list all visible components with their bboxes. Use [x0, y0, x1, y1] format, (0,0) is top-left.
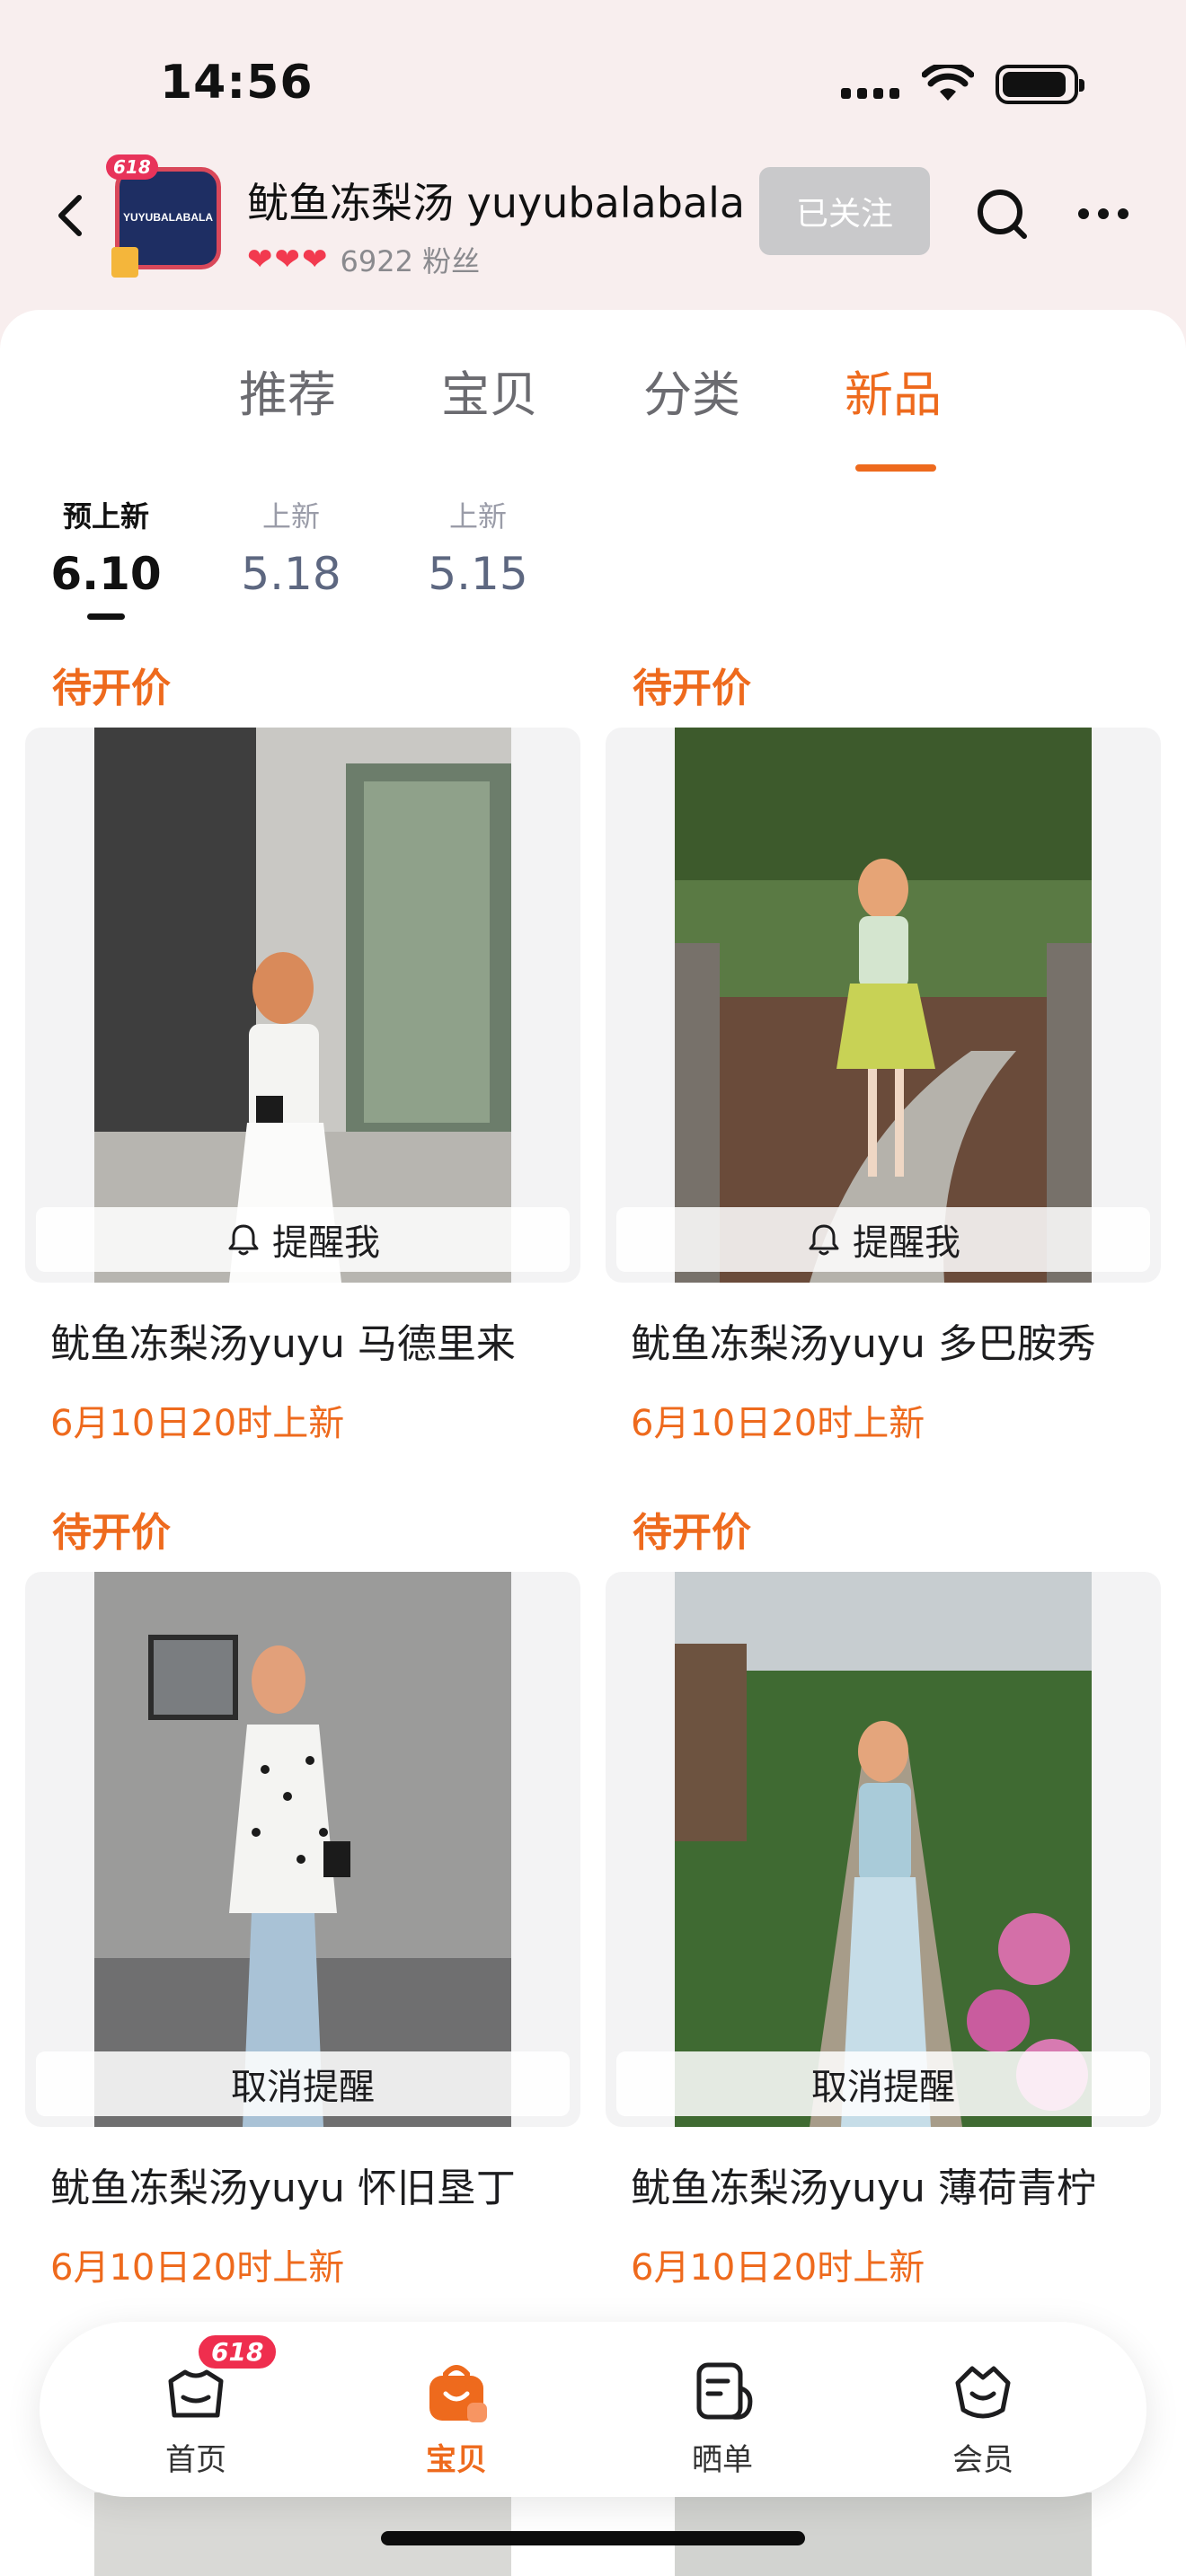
nav-member[interactable]: 会员	[893, 2356, 1073, 2479]
product-card[interactable]: 待开价 取消提醒 鱿鱼冻梨汤yuyu 怀旧垦丁 6月10日20时上新	[25, 1500, 580, 2290]
bag-icon	[420, 2356, 492, 2428]
date-tab-label: 上新	[261, 499, 320, 534]
review-icon	[686, 2356, 758, 2428]
release-time: 6月10日20时上新	[50, 1403, 345, 1444]
product-image[interactable]: 提醒我	[25, 728, 580, 1283]
nav-label: 首页	[165, 2442, 226, 2478]
shop-name[interactable]: 鱿鱼冻梨汤 yuyubalabala	[247, 171, 745, 230]
home-indicator	[381, 2531, 805, 2545]
product-photo	[675, 1572, 1092, 2127]
bottom-nav: 618 首页 宝贝 晒单 会员	[40, 2322, 1146, 2497]
date-tabs: 预上新 6.10 上新 5.18 上新 5.15	[0, 494, 1186, 647]
member-icon	[947, 2356, 1019, 2428]
product-card[interactable]: 待开价 提醒我 鱿鱼冻梨汤yuyu 多巴胺秀 6月10日20时上新	[606, 656, 1161, 1446]
cancel-reminder-button[interactable]: 取消提醒	[616, 2051, 1150, 2116]
shop-avatar[interactable]: YUYUBALABALA 618	[106, 154, 225, 278]
shopping-bag-icon	[111, 247, 138, 278]
remind-button[interactable]: 提醒我	[616, 1207, 1150, 1272]
release-time: 6月10日20时上新	[631, 2247, 925, 2289]
bell-icon	[228, 1224, 259, 1256]
product-card[interactable]: 待开价 取消提醒 鱿鱼冻梨汤yuyu 薄荷青柠 6月10日20时上新	[606, 1500, 1161, 2290]
main-tabs: 推荐 宝贝 分类 新品	[0, 355, 1186, 472]
fans-count: 6922 粉丝	[340, 244, 481, 278]
search-icon[interactable]	[970, 183, 1033, 246]
tab-recommend[interactable]: 推荐	[239, 355, 336, 426]
active-tab-indicator	[855, 464, 936, 472]
nav-reviews[interactable]: 晒单	[633, 2356, 812, 2479]
release-time: 6月10日20时上新	[50, 2247, 345, 2289]
heart-icon: ❤	[247, 242, 273, 278]
product-photo	[94, 728, 511, 1283]
date-tab-date: 5.15	[428, 548, 528, 600]
product-title[interactable]: 鱿鱼冻梨汤yuyu 薄荷青柠	[631, 2156, 1096, 2213]
shop-header: YUYUBALABALA 618 鱿鱼冻梨汤 yuyubalabala ❤ ❤ …	[0, 154, 1186, 314]
status-time: 14:56	[160, 56, 314, 110]
product-title[interactable]: 鱿鱼冻梨汤yuyu 多巴胺秀	[631, 1311, 1096, 1369]
date-tab-label: 上新	[448, 499, 507, 534]
tab-items[interactable]: 宝贝	[441, 355, 538, 426]
date-tab-pre-release[interactable]: 预上新 6.10	[34, 494, 178, 600]
date-tab-date: 5.18	[241, 548, 341, 600]
product-title[interactable]: 鱿鱼冻梨汤yuyu 马德里来	[50, 1311, 516, 1369]
status-bar: 14:56	[0, 0, 1186, 162]
active-date-indicator	[87, 613, 125, 620]
more-icon[interactable]	[1078, 208, 1128, 219]
heart-icon: ❤	[302, 242, 328, 278]
remind-label: 提醒我	[272, 1222, 380, 1264]
product-card[interactable]: 待开价 提醒我 鱿鱼冻梨汤yuyu 马德里来 6月10日20时上新	[25, 656, 580, 1446]
cellular-signal-icon	[841, 88, 899, 99]
tab-categories[interactable]: 分类	[643, 355, 740, 426]
nav-home[interactable]: 618 首页	[106, 2333, 286, 2479]
price-label: 待开价	[633, 1510, 751, 1556]
shop-meta: ❤ ❤ ❤ 6922 粉丝	[247, 239, 480, 280]
release-time: 6月10日20时上新	[631, 1403, 925, 1444]
back-icon[interactable]	[43, 189, 97, 243]
remind-label: 取消提醒	[231, 2067, 375, 2108]
product-title[interactable]: 鱿鱼冻梨汤yuyu 怀旧垦丁	[50, 2156, 516, 2213]
content-panel: 推荐 宝贝 分类 新品 预上新 6.10 上新 5.18 上新 5.15 待开价	[0, 310, 1186, 2576]
remind-label: 取消提醒	[811, 2067, 955, 2108]
product-image[interactable]: 取消提醒	[606, 1572, 1161, 2127]
wifi-icon	[922, 65, 974, 101]
cancel-reminder-button[interactable]: 取消提醒	[36, 2051, 570, 2116]
status-icons	[841, 65, 1084, 104]
price-label: 待开价	[52, 1510, 171, 1556]
date-tab-date: 6.10	[50, 548, 162, 600]
price-label: 待开价	[633, 666, 751, 711]
product-photo	[94, 1572, 511, 2127]
nav-label: 晒单	[692, 2442, 753, 2478]
product-image[interactable]: 取消提醒	[25, 1572, 580, 2127]
home-icon: 618	[160, 2333, 279, 2428]
avatar-618-badge: 618	[106, 154, 158, 180]
follow-button[interactable]: 已关注	[759, 167, 930, 255]
date-tab-new[interactable]: 上新 5.18	[219, 494, 363, 600]
bell-icon	[809, 1224, 839, 1256]
price-label: 待开价	[52, 666, 171, 711]
shop-rating-hearts: ❤ ❤ ❤	[247, 244, 328, 275]
heart-icon: ❤	[274, 242, 301, 278]
nav-618-badge: 618	[196, 2333, 279, 2371]
nav-items[interactable]: 宝贝	[367, 2356, 546, 2479]
avatar-logo-text: YUYUBALABALA	[123, 211, 213, 224]
remind-button[interactable]: 提醒我	[36, 1207, 570, 1272]
product-image[interactable]: 提醒我	[606, 728, 1161, 1283]
battery-icon	[996, 65, 1084, 104]
date-tab-new[interactable]: 上新 5.15	[406, 494, 550, 600]
remind-label: 提醒我	[853, 1222, 960, 1264]
nav-label: 宝贝	[426, 2442, 487, 2478]
date-tab-label: 预上新	[62, 499, 149, 534]
tab-new-arrivals[interactable]: 新品	[845, 355, 942, 426]
product-photo	[675, 728, 1092, 1283]
nav-label: 会员	[952, 2442, 1013, 2478]
